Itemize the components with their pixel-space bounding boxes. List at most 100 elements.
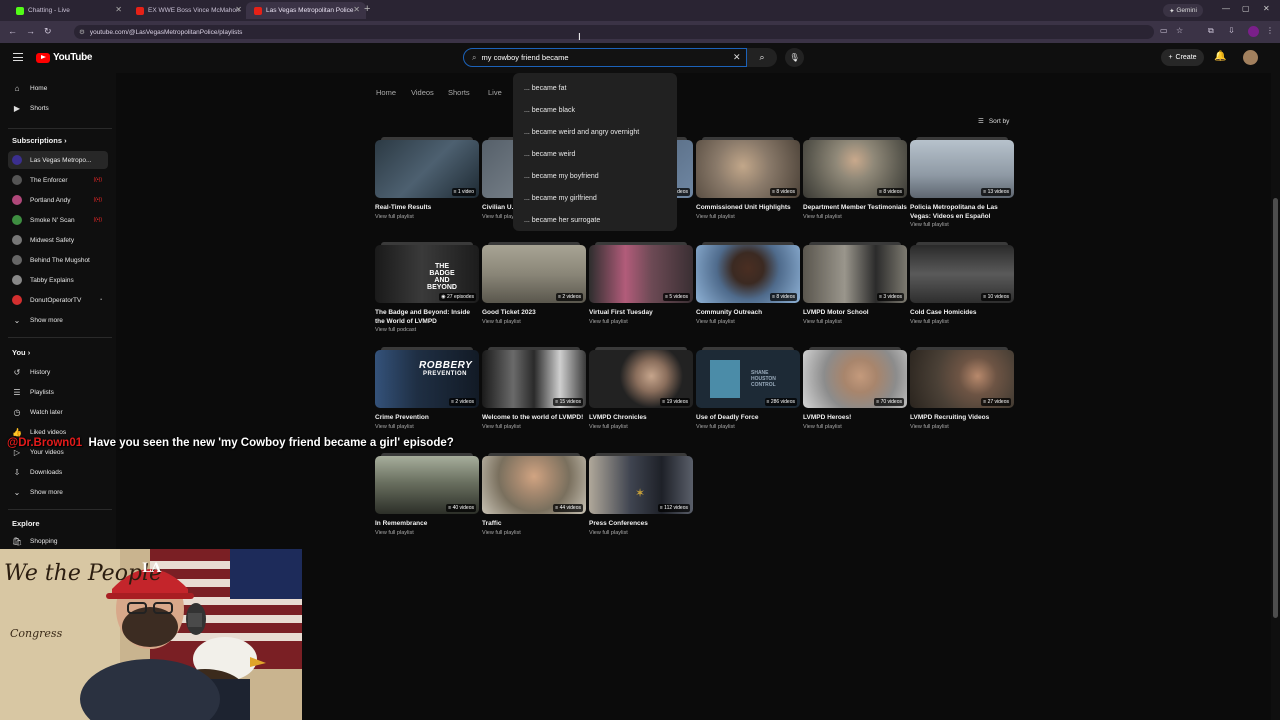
playlist-thumbnail[interactable]: SHANE HOUSTON CONTROL ≡ 286 videos [696, 350, 800, 408]
playlist-thumbnail[interactable]: ROBBERY PREVENTION ≡ 2 videos [375, 350, 479, 408]
playlist-card[interactable]: SHANE HOUSTON CONTROL ≡ 286 videos Use o… [696, 347, 800, 430]
sidebar-item-subscription[interactable]: Portland Andy ((•)) [8, 191, 108, 209]
playlist-card[interactable]: ≡ 40 videos In Remembrance View full pla… [375, 453, 479, 536]
playlist-title[interactable]: Commissioned Unit Highlights [696, 204, 800, 213]
minimize-icon[interactable]: — [1222, 4, 1230, 13]
search-suggestion[interactable]: ... became weird and angry overnight [513, 121, 677, 143]
view-full-playlist-link[interactable]: View full playlist [589, 424, 693, 430]
site-info-icon[interactable]: ⚙ [79, 28, 85, 36]
playlist-title[interactable]: Welcome to the world of LVMPD! [482, 414, 586, 423]
playlist-card[interactable]: ROBBERY PREVENTION ≡ 2 videos Crime Prev… [375, 347, 479, 430]
playlist-title[interactable]: Department Member Testimonials [803, 204, 907, 213]
playlist-card[interactable]: ≡ 13 videos Policia Metropolitana de Las… [910, 137, 1014, 228]
playlist-card[interactable]: ≡ 2 videos Good Ticket 2023 View full pl… [482, 242, 586, 325]
playlist-thumbnail[interactable]: ≡ 5 videos [589, 245, 693, 303]
search-suggestion[interactable]: ... became black [513, 99, 677, 121]
view-full-playlist-link[interactable]: View full playlist [803, 424, 907, 430]
playlist-card[interactable]: ≡ 8 videos Community Outreach View full … [696, 242, 800, 325]
playlist-card[interactable]: ≡ 3 videos LVMPD Motor School View full … [803, 242, 907, 325]
view-full-playlist-link[interactable]: View full playlist [696, 319, 800, 325]
playlist-card[interactable]: ≡ 15 videos Welcome to the world of LVMP… [482, 347, 586, 430]
playlist-thumbnail[interactable]: ≡ 8 videos [696, 245, 800, 303]
playlist-title[interactable]: Traffic [482, 520, 586, 529]
playlist-card[interactable]: ≡ 19 videos LVMPD Chronicles View full p… [589, 347, 693, 430]
playlist-title[interactable]: LVMPD Recruiting Videos [910, 414, 1014, 423]
search-suggestion[interactable]: ... became her surrogate [513, 209, 677, 231]
forward-icon[interactable]: → [26, 26, 35, 36]
sidebar-item-subscription[interactable]: The Enforcer ((•)) [8, 171, 108, 189]
hamburger-menu-icon[interactable] [13, 53, 23, 61]
playlist-card[interactable]: ≡ 44 videos Traffic View full playlist [482, 453, 586, 536]
tab-close-icon[interactable]: ✕ [353, 5, 360, 14]
sidebar-item-subscription[interactable]: Midwest Safety [8, 231, 108, 249]
clear-search-icon[interactable]: ✕ [733, 52, 741, 63]
view-full-playlist-link[interactable]: View full playlist [589, 530, 693, 536]
back-icon[interactable]: ← [8, 26, 17, 36]
playlist-thumbnail[interactable]: ≡ 10 videos [910, 245, 1014, 303]
playlist-title[interactable]: Policia Metropolitana de Las Vegas: Vide… [910, 204, 1014, 221]
sidebar-item-history[interactable]: ↺ History [8, 363, 108, 381]
playlist-title[interactable]: In Remembrance [375, 520, 479, 529]
view-full-playlist-link[interactable]: View full playlist [910, 424, 1014, 430]
view-full-playlist-link[interactable]: View full playlist [803, 214, 907, 220]
sort-by-button[interactable]: ☰ Sort by [978, 117, 1009, 126]
sidebar-item-subscription[interactable]: Behind The Mugshot [8, 251, 108, 269]
downloads-icon[interactable]: ⇩ [1228, 26, 1235, 35]
page-scrollbar[interactable] [1271, 43, 1280, 720]
view-full-playlist-link[interactable]: View full playlist [696, 424, 800, 430]
maximize-icon[interactable]: ▢ [1242, 4, 1250, 13]
tab-home[interactable]: Home [376, 88, 396, 97]
url-field[interactable]: ⚙ youtube.com/@LasVegasMetropolitanPolic… [74, 25, 1154, 39]
playlist-title[interactable]: Cold Case Homicides [910, 309, 1014, 318]
playlist-thumbnail[interactable]: ≡ 8 videos [696, 140, 800, 198]
notifications-bell-icon[interactable]: 🔔 [1214, 51, 1226, 62]
search-button[interactable]: ⌕ [747, 48, 777, 67]
search-suggestion[interactable]: ... became fat [513, 77, 677, 99]
cast-icon[interactable]: ▭ [1160, 26, 1168, 35]
playlist-thumbnail[interactable]: ≡ 44 videos [482, 456, 586, 514]
playlist-thumbnail[interactable]: ≡ 3 videos [803, 245, 907, 303]
view-full-playlist-link[interactable]: View full playlist [803, 319, 907, 325]
view-full-playlist-link[interactable]: View full playlist [482, 424, 586, 430]
playlist-thumbnail[interactable]: ≡ 15 videos [482, 350, 586, 408]
sidebar-item-subscription[interactable]: DonutOperatorTV • [8, 291, 108, 309]
bookmark-star-icon[interactable]: ☆ [1176, 26, 1183, 35]
tab-live[interactable]: Live [488, 88, 502, 97]
playlist-thumbnail[interactable]: ≡ 1 video [375, 140, 479, 198]
playlist-thumbnail[interactable]: ≡ 19 videos [589, 350, 693, 408]
playlist-title[interactable]: Real-Time Results [375, 204, 479, 213]
scrollbar-thumb[interactable] [1273, 198, 1278, 618]
view-full-playlist-link[interactable]: View full playlist [910, 319, 1014, 325]
you-heading[interactable]: You › [12, 348, 30, 357]
playlist-card[interactable]: ≡ 5 videos Virtual First Tuesday View fu… [589, 242, 693, 325]
youtube-logo[interactable]: YouTube [36, 52, 93, 63]
view-full-playlist-link[interactable]: View full playlist [482, 319, 586, 325]
playlist-title[interactable]: The Badge and Beyond: Inside the World o… [375, 309, 479, 326]
show-more-subscriptions-button[interactable]: ⌄ Show more [8, 311, 108, 329]
browser-tab-lvmpd[interactable]: Las Vegas Metropolitan Police ✕ [246, 2, 366, 19]
playlist-thumbnail[interactable]: ≡ 13 videos [910, 140, 1014, 198]
show-more-you-button[interactable]: ⌄ Show more [8, 483, 108, 501]
playlist-title[interactable]: LVMPD Chronicles [589, 414, 693, 423]
playlist-title[interactable]: Press Conferences [589, 520, 693, 529]
sidebar-item-subscription[interactable]: Las Vegas Metropo... [8, 151, 108, 169]
playlist-thumbnail[interactable]: ≡ 40 videos [375, 456, 479, 514]
playlist-title[interactable]: Use of Deadly Force [696, 414, 800, 423]
playlist-title[interactable]: Good Ticket 2023 [482, 309, 586, 318]
tab-videos[interactable]: Videos [411, 88, 434, 97]
playlist-card[interactable]: THE BADGE AND BEYOND ◉ 27 episodes The B… [375, 242, 479, 333]
playlist-title[interactable]: Virtual First Tuesday [589, 309, 693, 318]
sidebar-item-subscription[interactable]: Smoke N' Scan ((•)) [8, 211, 108, 229]
sidebar-item-playlists[interactable]: ☰ Playlists [8, 383, 108, 401]
gemini-button[interactable]: ✦ Gemini [1163, 4, 1203, 17]
playlist-title[interactable]: Community Outreach [696, 309, 800, 318]
playlist-title[interactable]: Crime Prevention [375, 414, 479, 423]
playlist-card[interactable]: ≡ 1 video Real-Time Results View full pl… [375, 137, 479, 220]
new-tab-icon[interactable]: + [364, 3, 370, 15]
subscriptions-heading[interactable]: Subscriptions › [12, 136, 67, 145]
tab-shorts[interactable]: Shorts [448, 88, 470, 97]
browser-tab-chatting[interactable]: Chatting - Live ✕ [8, 2, 128, 19]
sidebar-item-shorts[interactable]: ▶ Shorts [8, 99, 108, 117]
browser-profile-avatar[interactable] [1248, 26, 1259, 37]
browser-tab-wwe[interactable]: EX WWE Boss Vince McMahon ✕ [128, 2, 248, 19]
